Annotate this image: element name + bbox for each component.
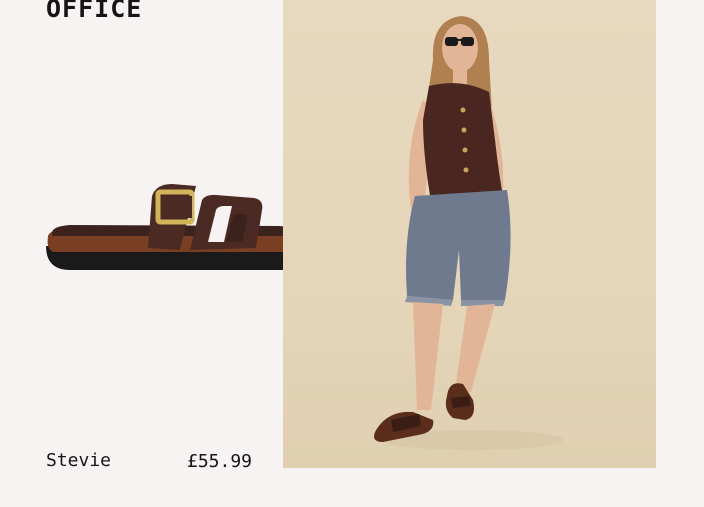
model-illustration xyxy=(374,16,563,450)
brand-logo[interactable]: OFFICE xyxy=(46,0,142,23)
product-price: £55.99 xyxy=(187,451,253,472)
product-name[interactable]: Stevie xyxy=(46,450,111,471)
product-image[interactable] xyxy=(40,170,315,280)
lifestyle-photo[interactable] xyxy=(283,0,656,468)
sandal-illustration xyxy=(46,184,306,270)
